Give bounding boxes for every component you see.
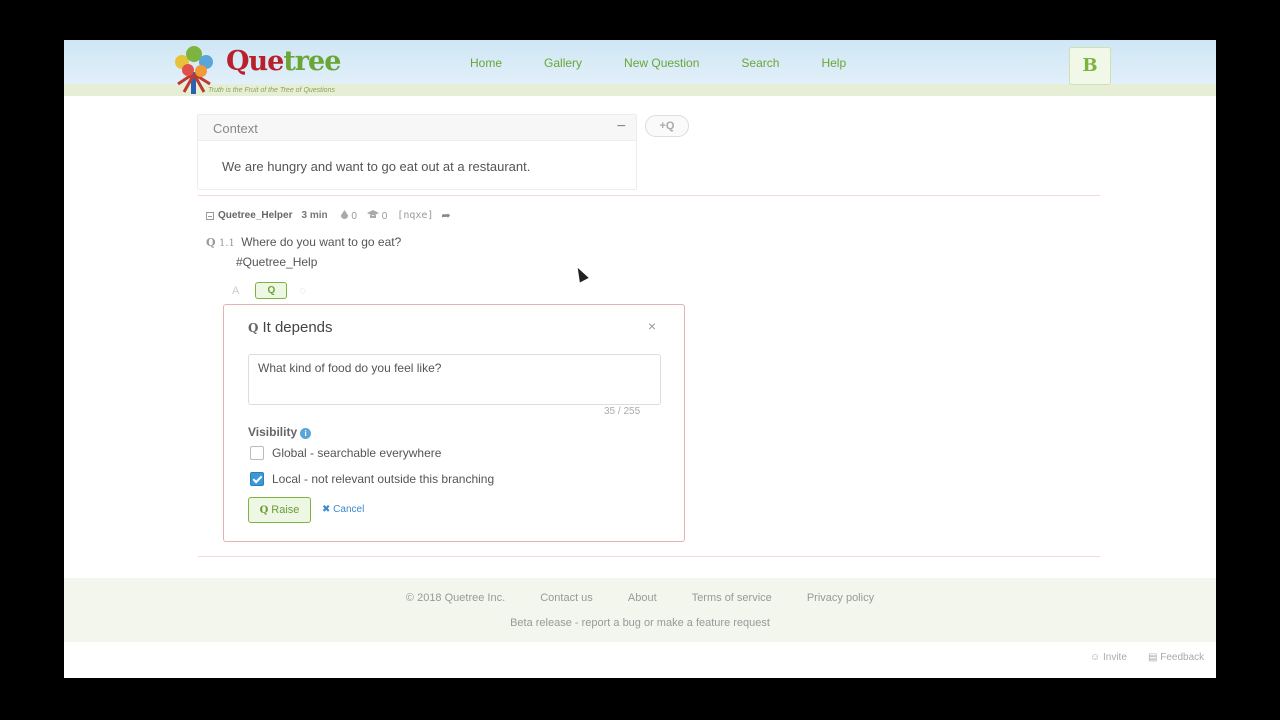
privacy-link[interactable]: Privacy policy [807,592,874,604]
collapse-icon[interactable]: − [617,118,626,136]
global-option-label: Global - searchable everywhere [272,446,442,460]
answer-icon[interactable]: A [232,285,239,297]
context-title: Context [213,121,258,136]
author-name[interactable]: Quetree_Helper [218,210,292,221]
drop-icon [340,209,348,219]
local-option-label: Local - not relevant outside this branch… [272,472,495,486]
question-line: Q 1.1 Where do you want to go eat? [206,235,401,249]
user-avatar[interactable]: B [1069,47,1111,85]
question-input[interactable] [248,354,661,405]
context-text: We are hungry and want to go eat out at … [222,159,531,174]
raise-question-dialog: QIt depends × 35 / 255 Visibilityi Globa… [223,304,685,542]
main-nav: Home Gallery New Question Search Help [470,56,888,70]
header: Quetree Truth is the Fruit of the Tree o… [64,40,1216,96]
close-x-icon: ✖ [322,504,331,515]
beta-notice[interactable]: Beta release - report a bug or make a fe… [64,617,1216,629]
graduation-cap-icon [366,209,379,218]
copyright: © 2018 Quetree Inc. [405,592,506,604]
answers-count[interactable]: 0 [366,209,387,222]
page: Quetree Truth is the Fruit of the Tree o… [64,40,1216,678]
timestamp: 3 min [301,210,328,221]
raise-question-toggle[interactable]: Q [255,282,288,299]
question-q-icon: Q [206,236,216,249]
nav-new-question[interactable]: New Question [624,56,699,70]
terms-link[interactable]: Terms of service [692,592,772,604]
feedback-link[interactable]: ▤ Feedback [1148,652,1204,663]
nav-search[interactable]: Search [741,56,779,70]
likes-count[interactable]: 0 [340,209,357,222]
context-panel: Context − We are hungry and want to go e… [197,114,637,190]
local-checkbox[interactable] [250,472,264,486]
question-q-icon: Q [248,321,259,335]
person-icon: ☺ [1090,652,1101,663]
speech-bubble-icon: ▤ [1148,652,1158,663]
nav-home[interactable]: Home [470,56,502,70]
question-actions: A Q ◌ [232,282,306,299]
about-link[interactable]: About [628,592,657,604]
visibility-local-option[interactable]: Local - not relevant outside this branch… [250,472,494,486]
question-tag[interactable]: #Quetree_Help [236,255,317,269]
question-q-icon: Q [259,505,269,516]
add-question-button[interactable]: +Q [645,115,689,137]
info-icon[interactable]: i [300,428,312,439]
invite-link[interactable]: ☺ Invite [1090,652,1127,663]
footer: © 2018 Quetree Inc. Contact us About Ter… [64,578,1216,642]
visibility-label: Visibility i [248,425,312,439]
footer-links: © 2018 Quetree Inc. Contact us About Ter… [64,592,1216,604]
visibility-global-option[interactable]: Global - searchable everywhere [250,446,441,460]
comment-icon[interactable]: ◌ [299,285,306,297]
char-counter: 35 / 255 [604,406,641,417]
question-text: Where do you want to go eat? [241,235,402,249]
share-icon[interactable]: ➦ [441,209,450,222]
raise-button[interactable]: Q Raise [248,497,311,523]
logo-wordmark: Quetree [226,46,341,77]
contact-link[interactable]: Contact us [540,592,593,604]
question-meta: Quetree_Helper 3 min 0 0 [nqxe] ➦ [206,209,451,222]
nav-help[interactable]: Help [821,56,846,70]
dialog-title: Q It depends [248,319,333,336]
close-icon[interactable]: × [648,318,656,334]
logo[interactable]: Quetree Truth is the Fruit of the Tree o… [168,42,368,96]
context-header: Context − [198,115,636,141]
collapse-box-icon[interactable] [206,211,214,220]
logo-tagline: Truth is the Fruit of the Tree of Questi… [208,87,335,94]
question-number: 1.1 [218,238,235,249]
nav-gallery[interactable]: Gallery [544,56,582,70]
cancel-button[interactable]: ✖ Cancel [322,504,364,515]
question-code: [nqxe] [397,210,434,221]
global-checkbox[interactable] [250,446,264,460]
